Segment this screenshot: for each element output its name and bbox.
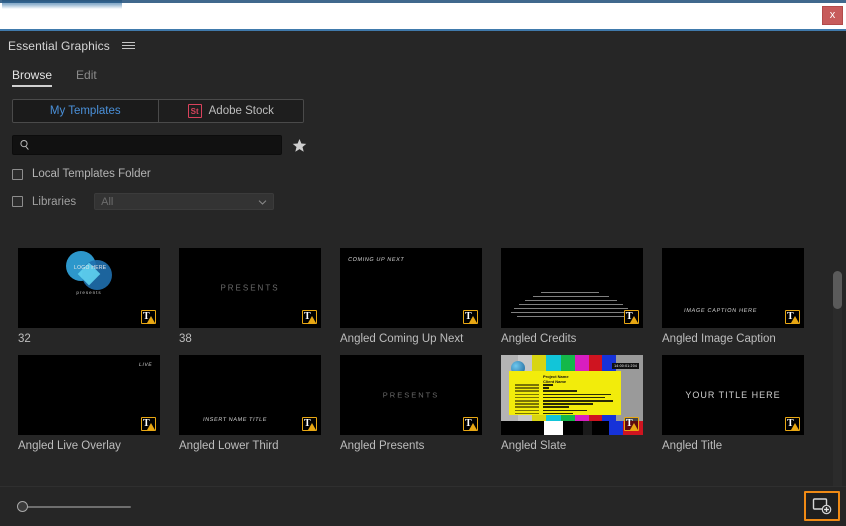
template-card[interactable]: 14:00:01:204 Project Name Client Name T … <box>501 355 643 452</box>
template-thumbnail[interactable]: INSERT NAME TITLE T <box>179 355 321 435</box>
color-bars-bottom <box>501 421 643 435</box>
slider-knob[interactable] <box>17 501 28 512</box>
text-warning-badge: T <box>141 310 156 324</box>
slate-card: Project Name Client Name <box>509 371 621 415</box>
timecode-display: 14:00:01:204 <box>612 363 639 369</box>
thumbnail-overlay-text: PRESENTS <box>382 390 440 400</box>
window-titlebar-remnant <box>2 0 122 9</box>
hamburger-menu-icon[interactable] <box>121 39 135 52</box>
libraries-select[interactable]: All <box>94 193 275 210</box>
scrollbar-thumb[interactable] <box>833 271 842 309</box>
search-icon <box>20 140 29 150</box>
template-label: Angled Title <box>662 440 723 452</box>
template-thumbnail[interactable]: PRESENTS T <box>340 355 482 435</box>
search-input[interactable] <box>31 139 281 151</box>
template-card[interactable]: INSERT NAME TITLE T Angled Lower Third <box>179 355 321 452</box>
templates-grid: LOGO HERE presents T 32 PRESENTS T 38 CO… <box>0 240 820 452</box>
template-label: Angled Slate <box>501 440 567 452</box>
libraries-checkbox[interactable] <box>12 196 23 207</box>
search-box[interactable] <box>12 135 282 155</box>
thumbnail-overlay-text: COMING UP NEXT <box>347 257 405 263</box>
template-thumbnail[interactable]: COMING UP NEXT T <box>340 248 482 328</box>
text-warning-badge: T <box>463 310 478 324</box>
host-window-chrome: x <box>0 0 846 31</box>
template-card[interactable]: LIVE T Angled Live Overlay <box>18 355 160 452</box>
template-label: Angled Live Overlay <box>18 440 121 452</box>
essential-graphics-window: x Essential Graphics Browse Edit My Temp… <box>0 0 846 526</box>
text-warning-badge: T <box>463 417 478 431</box>
thumbnail-subtext: presents <box>76 289 102 295</box>
text-warning-badge: T <box>302 417 317 431</box>
essential-graphics-panel: Essential Graphics Browse Edit My Templa… <box>0 31 846 526</box>
logo-artwork: LOGO HERE <box>66 251 112 293</box>
slate-field-rows <box>515 384 615 416</box>
panel-tabs: Browse Edit <box>0 60 846 87</box>
templates-grid-scroll-area[interactable]: LOGO HERE presents T 32 PRESENTS T 38 CO… <box>0 240 846 486</box>
adobe-stock-button[interactable]: St Adobe Stock <box>157 100 303 122</box>
tab-browse[interactable]: Browse <box>12 68 53 87</box>
template-card[interactable]: T Angled Credits <box>501 248 643 345</box>
libraries-filter-row: Libraries All <box>12 193 834 210</box>
adobe-stock-icon: St <box>187 104 202 118</box>
template-card[interactable]: COMING UP NEXT T Angled Coming Up Next <box>340 248 482 345</box>
my-templates-label: My Templates <box>49 105 121 117</box>
thumbnail-overlay-text: YOUR TITLE HERE <box>685 390 781 400</box>
template-thumbnail[interactable]: T <box>501 248 643 328</box>
source-toggle-group: My Templates St Adobe Stock <box>12 99 304 123</box>
page-title: Essential Graphics <box>8 38 110 53</box>
star-icon[interactable] <box>292 138 307 153</box>
tab-edit[interactable]: Edit <box>76 68 97 87</box>
template-card[interactable]: PRESENTS T Angled Presents <box>340 355 482 452</box>
local-templates-checkbox[interactable] <box>12 168 23 180</box>
panel-header: Essential Graphics <box>0 31 846 60</box>
text-warning-badge: T <box>624 310 639 324</box>
template-thumbnail[interactable]: IMAGE CAPTION HERE T <box>662 248 804 328</box>
template-thumbnail[interactable]: YOUR TITLE HERE T <box>662 355 804 435</box>
local-templates-label: Local Templates Folder <box>32 168 151 180</box>
template-card[interactable]: YOUR TITLE HERE T Angled Title <box>662 355 804 452</box>
install-motion-graphics-template-icon <box>812 498 832 515</box>
slider-track <box>19 506 131 508</box>
text-warning-badge: T <box>302 310 317 324</box>
thumbnail-overlay-text: INSERT NAME TITLE <box>202 417 268 423</box>
thumbnail-overlay-text: LIVE <box>138 362 153 368</box>
templates-scrollbar[interactable] <box>833 271 842 516</box>
text-warning-badge: T <box>785 310 800 324</box>
template-thumbnail[interactable]: PRESENTS T <box>179 248 321 328</box>
thumbnail-overlay-text: PRESENTS <box>220 283 280 293</box>
template-label: Angled Coming Up Next <box>340 333 464 345</box>
text-warning-badge: T <box>624 417 639 431</box>
thumbnail-overlay-text: IMAGE CAPTION HERE <box>683 308 758 314</box>
template-label: 38 <box>179 333 192 345</box>
my-templates-button[interactable]: My Templates <box>13 100 158 122</box>
close-button[interactable]: x <box>822 6 843 25</box>
text-warning-badge: T <box>141 417 156 431</box>
text-warning-badge: T <box>785 417 800 431</box>
template-label: Angled Credits <box>501 333 577 345</box>
template-card[interactable]: IMAGE CAPTION HERE T Angled Image Captio… <box>662 248 804 345</box>
template-thumbnail[interactable]: LIVE T <box>18 355 160 435</box>
install-motion-graphics-template-button[interactable] <box>804 491 840 521</box>
template-thumbnail[interactable]: LOGO HERE presents T <box>18 248 160 328</box>
chevron-down-icon <box>258 200 267 205</box>
libraries-select-value: All <box>101 195 114 208</box>
window-top-border <box>0 0 846 3</box>
template-label: 32 <box>18 333 31 345</box>
template-label: Angled Presents <box>340 440 425 452</box>
panel-footer <box>0 486 846 526</box>
libraries-label: Libraries <box>32 195 77 208</box>
template-thumbnail[interactable]: 14:00:01:204 Project Name Client Name T <box>501 355 643 435</box>
credits-artwork <box>511 292 633 318</box>
adobe-stock-label: Adobe Stock <box>208 105 274 117</box>
local-templates-filter-row: Local Templates Folder <box>12 168 834 180</box>
search-row <box>12 135 834 155</box>
template-label: Angled Lower Third <box>179 440 279 452</box>
template-card[interactable]: PRESENTS T 38 <box>179 248 321 345</box>
thumbnail-size-slider[interactable] <box>9 501 131 513</box>
template-card[interactable]: LOGO HERE presents T 32 <box>18 248 160 345</box>
template-label: Angled Image Caption <box>662 333 776 345</box>
